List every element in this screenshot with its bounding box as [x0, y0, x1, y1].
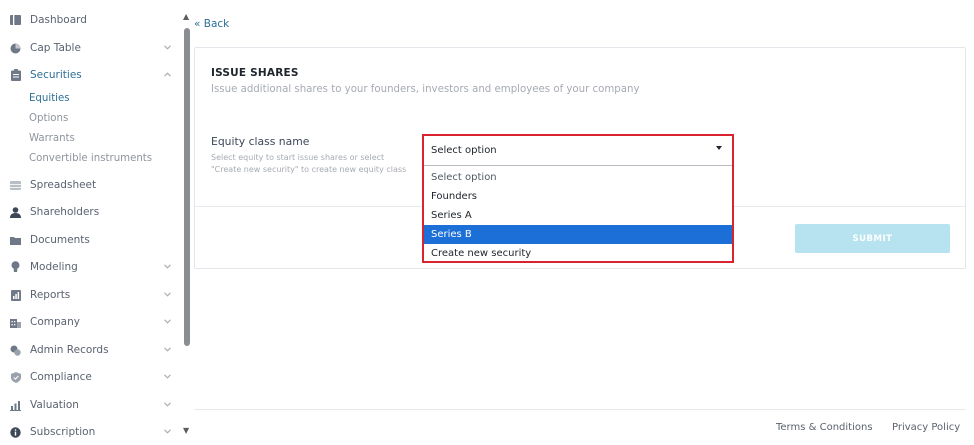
chevron-down-icon — [164, 372, 171, 382]
sidebar-item-label: Dashboard — [30, 14, 87, 26]
sidebar-item-label: Cap Table — [30, 42, 81, 54]
sidebar-item-dashboard[interactable]: Dashboard — [0, 9, 184, 31]
terms-conditions-link[interactable]: Terms & Conditions — [776, 422, 873, 433]
sidebar-item-label: Spreadsheet — [30, 179, 97, 191]
footer-divider — [194, 409, 966, 410]
option-series-b[interactable]: Series B — [424, 225, 732, 244]
sidebar-item-shareholders[interactable]: Shareholders — [0, 201, 184, 223]
records-icon — [10, 345, 21, 356]
sidebar-subitem-options[interactable]: Options — [29, 113, 68, 124]
dashboard-icon — [10, 15, 21, 26]
info-icon — [10, 426, 21, 438]
option-select-option[interactable]: Select option — [424, 168, 732, 187]
sidebar-item-label: Company — [30, 316, 80, 328]
scrollbar-thumb[interactable] — [184, 28, 190, 346]
sidebar-item-cap-table[interactable]: Cap Table — [0, 37, 184, 59]
sidebar-item-label: Shareholders — [30, 206, 100, 218]
sidebar-item-label: Securities — [30, 69, 82, 81]
option-founders[interactable]: Founders — [424, 187, 732, 206]
chevron-down-icon — [164, 317, 171, 327]
privacy-policy-link[interactable]: Privacy Policy — [892, 422, 960, 433]
sidebar-subitem-equities[interactable]: Equities — [29, 93, 70, 104]
sidebar-item-subscription[interactable]: Subscription — [0, 421, 184, 443]
sidebar: Dashboard Cap Table Securities Equities … — [0, 0, 184, 445]
sidebar-item-label: Admin Records — [30, 344, 109, 356]
sidebar-item-valuation[interactable]: Valuation — [0, 394, 184, 416]
sidebar-item-compliance[interactable]: Compliance — [0, 366, 184, 388]
chevron-down-icon — [164, 400, 171, 410]
option-create-new-security[interactable]: Create new security — [424, 244, 732, 263]
scroll-down-arrow-icon[interactable]: ▼ — [183, 426, 189, 435]
user-icon — [10, 206, 21, 218]
sidebar-item-modeling[interactable]: Modeling — [0, 256, 184, 278]
sidebar-item-label: Subscription — [30, 426, 96, 438]
equity-class-help-text: Select equity to start issue shares or s… — [211, 153, 407, 174]
equity-class-select[interactable]: Select option Select option Founders Ser… — [422, 134, 734, 263]
sidebar-item-label: Modeling — [30, 261, 78, 273]
chevron-down-icon — [164, 262, 171, 272]
sidebar-item-reports[interactable]: Reports — [0, 284, 184, 306]
back-link[interactable]: « Back — [194, 18, 229, 30]
folder-icon — [10, 235, 21, 246]
sidebar-subitem-convertible-instruments[interactable]: Convertible instruments — [29, 153, 152, 164]
card-title: ISSUE SHARES — [211, 67, 299, 79]
caret-down-icon — [716, 146, 722, 150]
sidebar-item-securities[interactable]: Securities — [0, 64, 184, 86]
shield-icon — [10, 371, 21, 383]
clipboard-icon — [10, 69, 21, 81]
sidebar-subitem-warrants[interactable]: Warrants — [29, 133, 75, 144]
select-current-value: Select option — [431, 145, 497, 156]
chevron-down-icon — [164, 345, 171, 355]
sidebar-item-admin-records[interactable]: Admin Records — [0, 339, 184, 361]
sidebar-item-label: Valuation — [30, 399, 79, 411]
equity-class-select-field[interactable]: Select option — [424, 136, 732, 166]
lightbulb-icon — [10, 261, 21, 273]
building-icon — [10, 317, 21, 328]
chevron-down-icon — [164, 290, 171, 300]
chevron-down-icon — [164, 427, 171, 437]
sidebar-item-label: Compliance — [30, 371, 92, 383]
pie-chart-icon — [10, 43, 21, 54]
submit-button[interactable]: SUBMIT — [795, 224, 950, 253]
chevron-down-icon — [164, 43, 171, 53]
chevron-up-icon — [164, 70, 171, 80]
spreadsheet-icon — [10, 180, 21, 191]
scroll-up-arrow-icon[interactable]: ▲ — [183, 12, 189, 21]
equity-class-label: Equity class name — [211, 135, 310, 148]
chart-icon — [10, 400, 21, 411]
sidebar-item-spreadsheet[interactable]: Spreadsheet — [0, 174, 184, 196]
sidebar-item-label: Documents — [30, 234, 90, 246]
report-icon — [10, 289, 21, 301]
card-subtitle: Issue additional shares to your founders… — [211, 84, 640, 95]
sidebar-item-documents[interactable]: Documents — [0, 229, 184, 251]
option-series-a[interactable]: Series A — [424, 206, 732, 225]
sidebar-item-company[interactable]: Company — [0, 311, 184, 333]
sidebar-item-label: Reports — [30, 289, 71, 301]
